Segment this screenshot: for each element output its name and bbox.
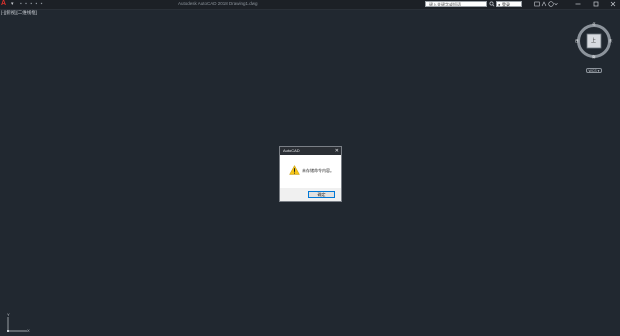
ucs-x-label: X [27,328,30,333]
viewcube[interactable]: 上 北 南 东 西 [574,22,614,62]
minimize-button[interactable] [572,0,584,8]
ok-button[interactable]: 确定 [308,191,335,198]
search-input[interactable]: 键入关键字或短语 [425,1,487,7]
exchange-apps-icon[interactable] [534,0,540,11]
alert-dialog: AutoCAD ✕ 未存储命令内容。 确定 [279,146,342,202]
dialog-message: 未存储命令内容。 [302,168,334,173]
dialog-close-button[interactable]: ✕ [335,147,339,155]
autodesk-a360-icon[interactable] [541,0,547,11]
search-icon[interactable] [489,0,495,11]
autocad-window: A ▾ ▪ ▪ ▪ ▪ ▪ Autodesk AutoCAD 2018 Draw… [0,0,620,336]
window-title: Autodesk AutoCAD 2018 Drawing1.dwg [178,1,258,6]
app-menu-caret-icon[interactable]: ▾ [11,0,14,8]
dialog-body: 未存储命令内容。 [280,155,341,188]
ucs-icon: Y X [3,312,33,334]
viewport-controls-label[interactable]: [-][俯视][二维线框] [1,10,37,16]
restore-button[interactable] [590,0,602,8]
compass-east-label[interactable]: 东 [609,39,613,43]
viewcube-face-top[interactable]: 上 [591,37,596,45]
sign-in-button[interactable]: ● 登录 [496,1,522,7]
compass-west-label[interactable]: 西 [575,39,579,43]
dialog-title-bar[interactable]: AutoCAD ✕ [280,147,341,155]
help-dropdown-icon[interactable] [554,0,558,11]
dialog-footer: 确定 [280,188,341,201]
title-bar: A ▾ ▪ ▪ ▪ ▪ ▪ Autodesk AutoCAD 2018 Draw… [0,0,620,10]
quick-access-toolbar[interactable]: ▪ ▪ ▪ ▪ ▪ [20,1,43,8]
warning-icon [289,165,300,175]
sign-in-label: 登录 [502,2,510,7]
wcs-menu-button[interactable]: WCS ▾ [586,68,602,73]
user-icon: ● [498,2,501,7]
close-button[interactable] [607,0,619,8]
ucs-y-label: Y [7,312,10,317]
compass-south-label[interactable]: 南 [592,55,596,59]
dialog-title: AutoCAD [283,148,300,153]
compass-north-label[interactable]: 北 [592,22,596,26]
